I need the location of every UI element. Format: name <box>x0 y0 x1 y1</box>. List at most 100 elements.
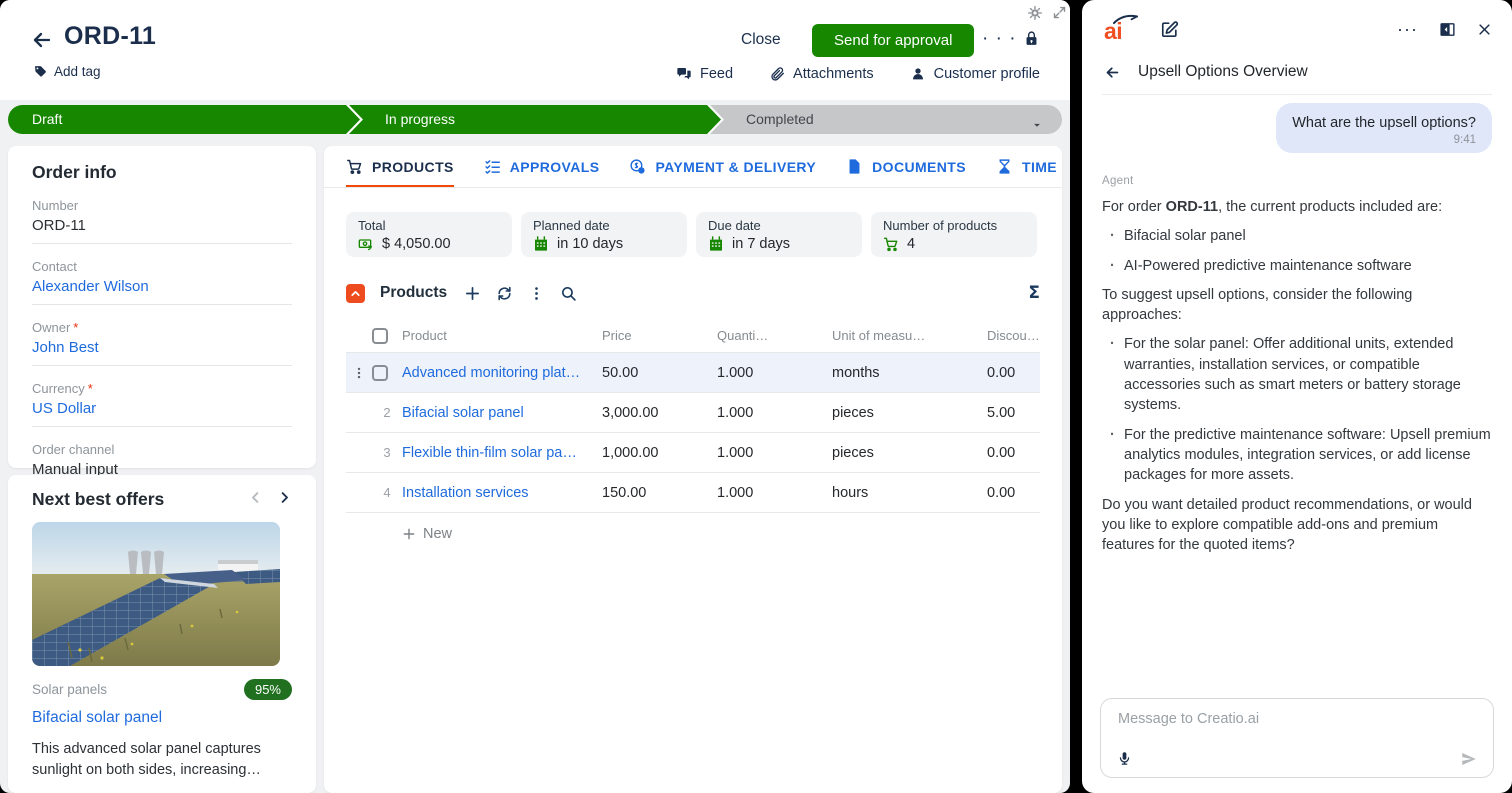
new-chat-compose-icon[interactable] <box>1160 20 1179 39</box>
tab-products[interactable]: PRODUCTS <box>346 158 454 188</box>
tile-planned-date: Planned date in 10 days <box>521 212 687 257</box>
creatio-ai-panel: ai ··· Upsell Options Overview What are … <box>1082 0 1512 793</box>
stage-completed[interactable]: Completed <box>710 105 1062 134</box>
ai-panel-header: ai ··· <box>1082 0 1512 43</box>
search-icon[interactable] <box>560 285 577 302</box>
status-bar: Draft In progress Completed <box>8 105 1062 134</box>
current-products-list: Bifacial solar panel AI-Powered predicti… <box>1102 226 1492 276</box>
table-row[interactable]: 4 Installation services 150.00 1.000 hou… <box>346 473 1040 513</box>
message-timestamp: 9:41 <box>1292 134 1476 146</box>
chat-transcript: What are the upsell options? 9:41 Agent … <box>1082 95 1512 684</box>
table-row[interactable]: 2 Bifacial solar panel 3,000.00 1.000 pi… <box>346 393 1040 433</box>
required-star: * <box>73 320 78 335</box>
tile-total: Total $ 4,050.00 <box>346 212 512 257</box>
feed-icon <box>676 66 692 82</box>
collapse-section-button[interactable] <box>346 284 365 303</box>
kebab-menu-icon[interactable] <box>528 285 545 302</box>
money-icon <box>358 236 374 252</box>
tile-due-date: Due date in 7 days <box>696 212 862 257</box>
stage-draft[interactable]: Draft <box>8 105 360 134</box>
ai-more-options-icon[interactable]: ··· <box>1397 24 1418 34</box>
row-kebab-icon[interactable] <box>352 366 366 380</box>
products-section-title: Products <box>380 284 447 302</box>
attachments-link[interactable]: Attachments <box>769 66 874 82</box>
feed-link[interactable]: Feed <box>676 66 733 82</box>
calendar-icon <box>708 236 724 252</box>
table-row[interactable]: Advanced monitoring plat… 50.00 1.000 mo… <box>346 353 1040 393</box>
chevron-left-icon[interactable] <box>248 490 263 510</box>
customer-profile-link[interactable]: Customer profile <box>910 66 1040 82</box>
tab-approvals[interactable]: APPROVALS <box>484 158 600 188</box>
list-item: Bifacial solar panel <box>1102 226 1492 246</box>
add-product-icon[interactable] <box>464 285 481 302</box>
lock-icon[interactable] <box>1023 30 1040 47</box>
offer-product-link[interactable]: Bifacial solar panel <box>32 709 292 727</box>
offer-score-badge: 95% <box>244 679 292 700</box>
chevron-right-icon[interactable] <box>277 490 292 510</box>
caret-down-icon[interactable] <box>1030 113 1044 127</box>
offers-title: Next best offers <box>32 489 164 510</box>
order-detail-card: PRODUCTS APPROVALS $ PAYMENT & DELIVERY … <box>324 146 1062 793</box>
page-title: ORD-11 <box>64 22 156 51</box>
field-currency: Currency* US Dollar <box>32 381 292 427</box>
more-actions-icon[interactable]: · · · <box>982 28 1017 50</box>
table-header-row: Product Price Quanti… Unit of measu… Dis… <box>346 319 1040 353</box>
svg-text:$: $ <box>640 168 643 173</box>
approaches-list: For the solar panel: Offer additional un… <box>1102 334 1492 485</box>
close-button[interactable]: Close <box>741 31 781 49</box>
conversation-title-row: Upsell Options Overview <box>1082 43 1512 94</box>
tab-documents[interactable]: DOCUMENTS <box>846 158 966 188</box>
coins-icon: $ <box>629 158 646 175</box>
user-message-bubble: What are the upsell options? 9:41 <box>1276 103 1492 153</box>
required-star: * <box>88 381 93 396</box>
agent-label: Agent <box>1102 175 1492 187</box>
plus-icon <box>402 527 416 541</box>
dock-panel-icon[interactable] <box>1439 21 1456 38</box>
send-icon[interactable] <box>1460 750 1478 768</box>
tab-bar: PRODUCTS APPROVALS $ PAYMENT & DELIVERY … <box>324 146 1062 188</box>
message-input[interactable]: Message to Creatio.ai <box>1100 698 1494 778</box>
tab-time[interactable]: TIME <box>996 158 1057 188</box>
close-panel-icon[interactable] <box>1477 22 1492 37</box>
creatio-ai-logo[interactable]: ai <box>1104 15 1144 43</box>
calendar-icon <box>533 236 549 252</box>
document-icon <box>846 158 863 175</box>
page-header: ORD-11 Add tag Close Send for approval ·… <box>0 0 1070 100</box>
summary-sigma-icon[interactable]: Σ <box>1028 283 1040 303</box>
refresh-icon[interactable] <box>496 285 513 302</box>
send-for-approval-button[interactable]: Send for approval <box>812 24 974 57</box>
next-best-offers-card: Next best offers Solar p <box>8 475 316 793</box>
message-input-placeholder: Message to Creatio.ai <box>1118 711 1259 727</box>
cart-icon <box>883 236 899 252</box>
hourglass-icon <box>996 158 1013 175</box>
field-number: Number ORD-11 <box>32 198 292 244</box>
cart-icon <box>346 158 363 175</box>
paperclip-icon <box>769 66 785 82</box>
offer-category: Solar panels <box>32 682 107 697</box>
order-info-title: Order info <box>32 162 292 183</box>
row-checkbox[interactable] <box>372 365 388 381</box>
field-owner: Owner* John Best <box>32 320 292 366</box>
list-item: AI-Powered predictive maintenance softwa… <box>1102 256 1492 276</box>
microphone-icon[interactable] <box>1117 751 1132 768</box>
back-icon[interactable] <box>30 28 54 52</box>
agent-message: For order ORD-11, the current products i… <box>1102 197 1492 555</box>
conversation-back-icon[interactable] <box>1104 64 1121 81</box>
order-page-window: ORD-11 Add tag Close Send for approval ·… <box>0 0 1070 793</box>
checklist-icon <box>484 158 501 175</box>
expand-window-icon[interactable] <box>1052 5 1067 20</box>
products-toolbar: Products Σ <box>346 283 1040 303</box>
tag-icon <box>34 65 47 78</box>
stage-in-progress[interactable]: In progress <box>349 105 721 134</box>
tab-payment-delivery[interactable]: $ PAYMENT & DELIVERY <box>629 158 816 188</box>
new-product-button[interactable]: New <box>402 526 1040 542</box>
offer-photo-solar-panels[interactable] <box>32 522 280 666</box>
add-tag-button[interactable]: Add tag <box>34 64 101 79</box>
products-table: Product Price Quanti… Unit of measu… Dis… <box>346 319 1040 542</box>
select-all-checkbox[interactable] <box>372 328 388 344</box>
conversation-title: Upsell Options Overview <box>1138 63 1308 81</box>
settings-gear-icon[interactable] <box>1027 5 1043 21</box>
field-contact: Contact Alexander Wilson <box>32 259 292 305</box>
quick-links: Feed Attachments Customer profile <box>676 66 1040 82</box>
table-row[interactable]: 3 Flexible thin-film solar pa… 1,000.00 … <box>346 433 1040 473</box>
